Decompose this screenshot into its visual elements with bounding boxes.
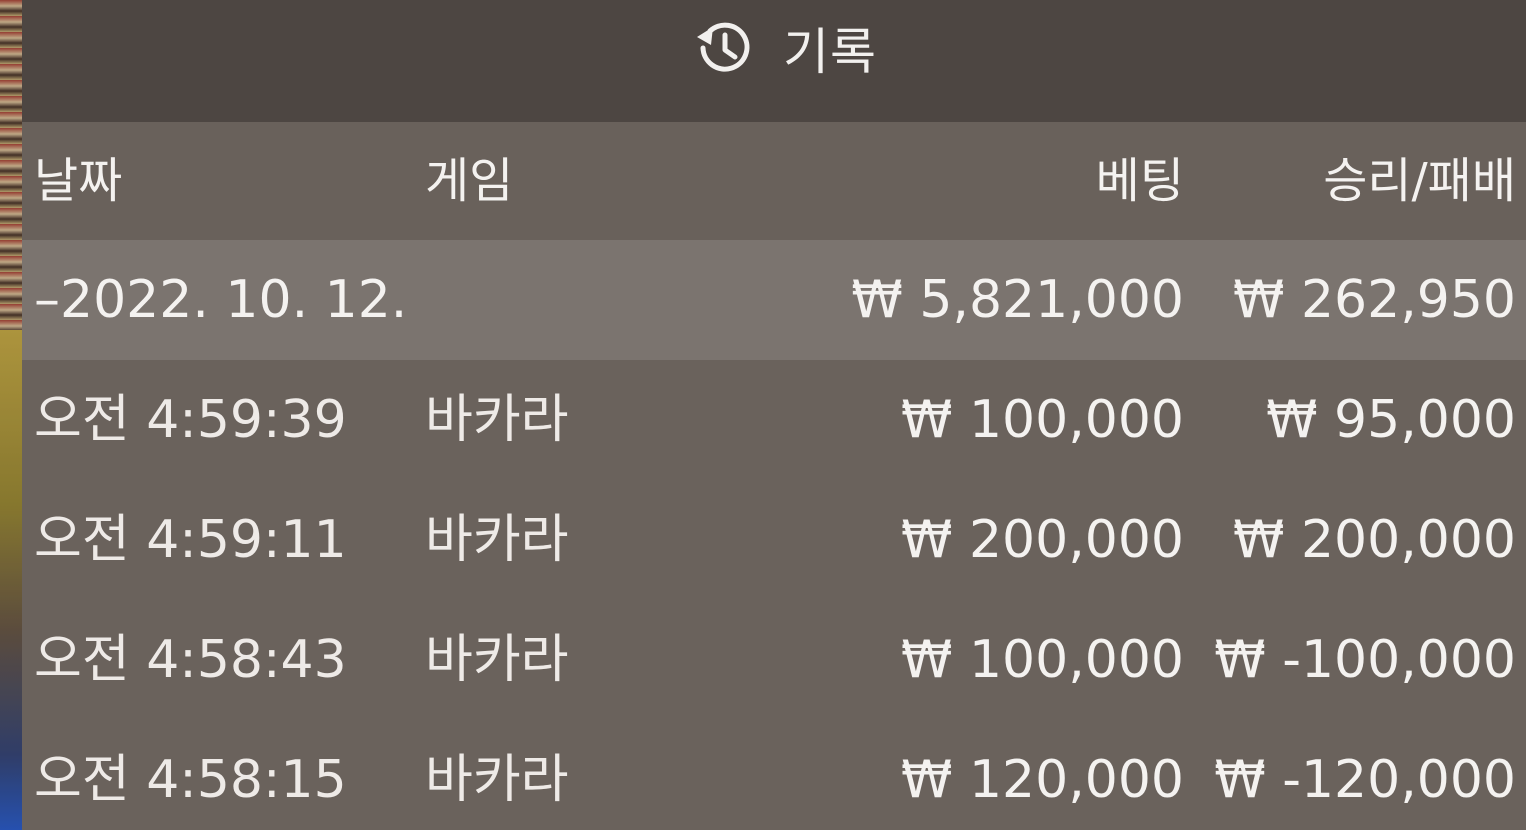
- history-title-group: 기록: [689, 12, 877, 84]
- row-bet: ₩ 100,000: [901, 390, 1184, 450]
- row-game: 바카라: [425, 510, 569, 570]
- page-title: 기록: [783, 23, 877, 81]
- date-group-label: –2022. 10. 12.: [34, 270, 408, 330]
- table-row: 오전 4:59:39 바카라 ₩ 100,000 ₩ 95,000: [22, 360, 1526, 480]
- row-time: 오전 4:58:43: [34, 630, 347, 690]
- row-time: 오전 4:59:11: [34, 510, 347, 570]
- row-result: ₩ -100,000: [1214, 630, 1516, 690]
- table-row: 오전 4:58:15 바카라 ₩ 120,000 ₩ -120,000: [22, 720, 1526, 830]
- row-game: 바카라: [425, 750, 569, 810]
- history-panel: 기록 날짜 게임 베팅 승리/패배 –2022. 10. 12. ₩ 5,821…: [22, 0, 1526, 830]
- table-row: 오전 4:59:11 바카라 ₩ 200,000 ₩ 200,000: [22, 480, 1526, 600]
- background-game-scene-lower: [0, 330, 22, 830]
- history-icon: [689, 17, 755, 79]
- table-header: 날짜 게임 베팅 승리/패배: [22, 122, 1526, 240]
- row-bet: ₩ 200,000: [901, 510, 1184, 570]
- date-group-bet-total: ₩ 5,821,000: [851, 270, 1184, 330]
- row-result: ₩ -120,000: [1214, 750, 1516, 810]
- history-header: 기록: [22, 0, 1526, 122]
- date-group-row[interactable]: –2022. 10. 12. ₩ 5,821,000 ₩ 262,950: [22, 240, 1526, 360]
- row-bet: ₩ 120,000: [901, 750, 1184, 810]
- row-result: ₩ 200,000: [1233, 510, 1516, 570]
- row-result: ₩ 95,000: [1266, 390, 1516, 450]
- column-header-date: 날짜: [34, 153, 123, 209]
- table-row: 오전 4:58:43 바카라 ₩ 100,000 ₩ -100,000: [22, 600, 1526, 720]
- row-time: 오전 4:59:39: [34, 390, 347, 450]
- column-header-bet: 베팅: [1095, 153, 1184, 209]
- column-header-result: 승리/패배: [1323, 153, 1516, 209]
- date-group-result-total: ₩ 262,950: [1233, 270, 1516, 330]
- row-game: 바카라: [425, 630, 569, 690]
- column-header-game: 게임: [425, 153, 514, 209]
- history-screen: 기록 날짜 게임 베팅 승리/패배 –2022. 10. 12. ₩ 5,821…: [0, 0, 1526, 830]
- row-game: 바카라: [425, 390, 569, 450]
- row-time: 오전 4:58:15: [34, 750, 347, 810]
- row-bet: ₩ 100,000: [901, 630, 1184, 690]
- background-game-scene-edge: [0, 0, 22, 830]
